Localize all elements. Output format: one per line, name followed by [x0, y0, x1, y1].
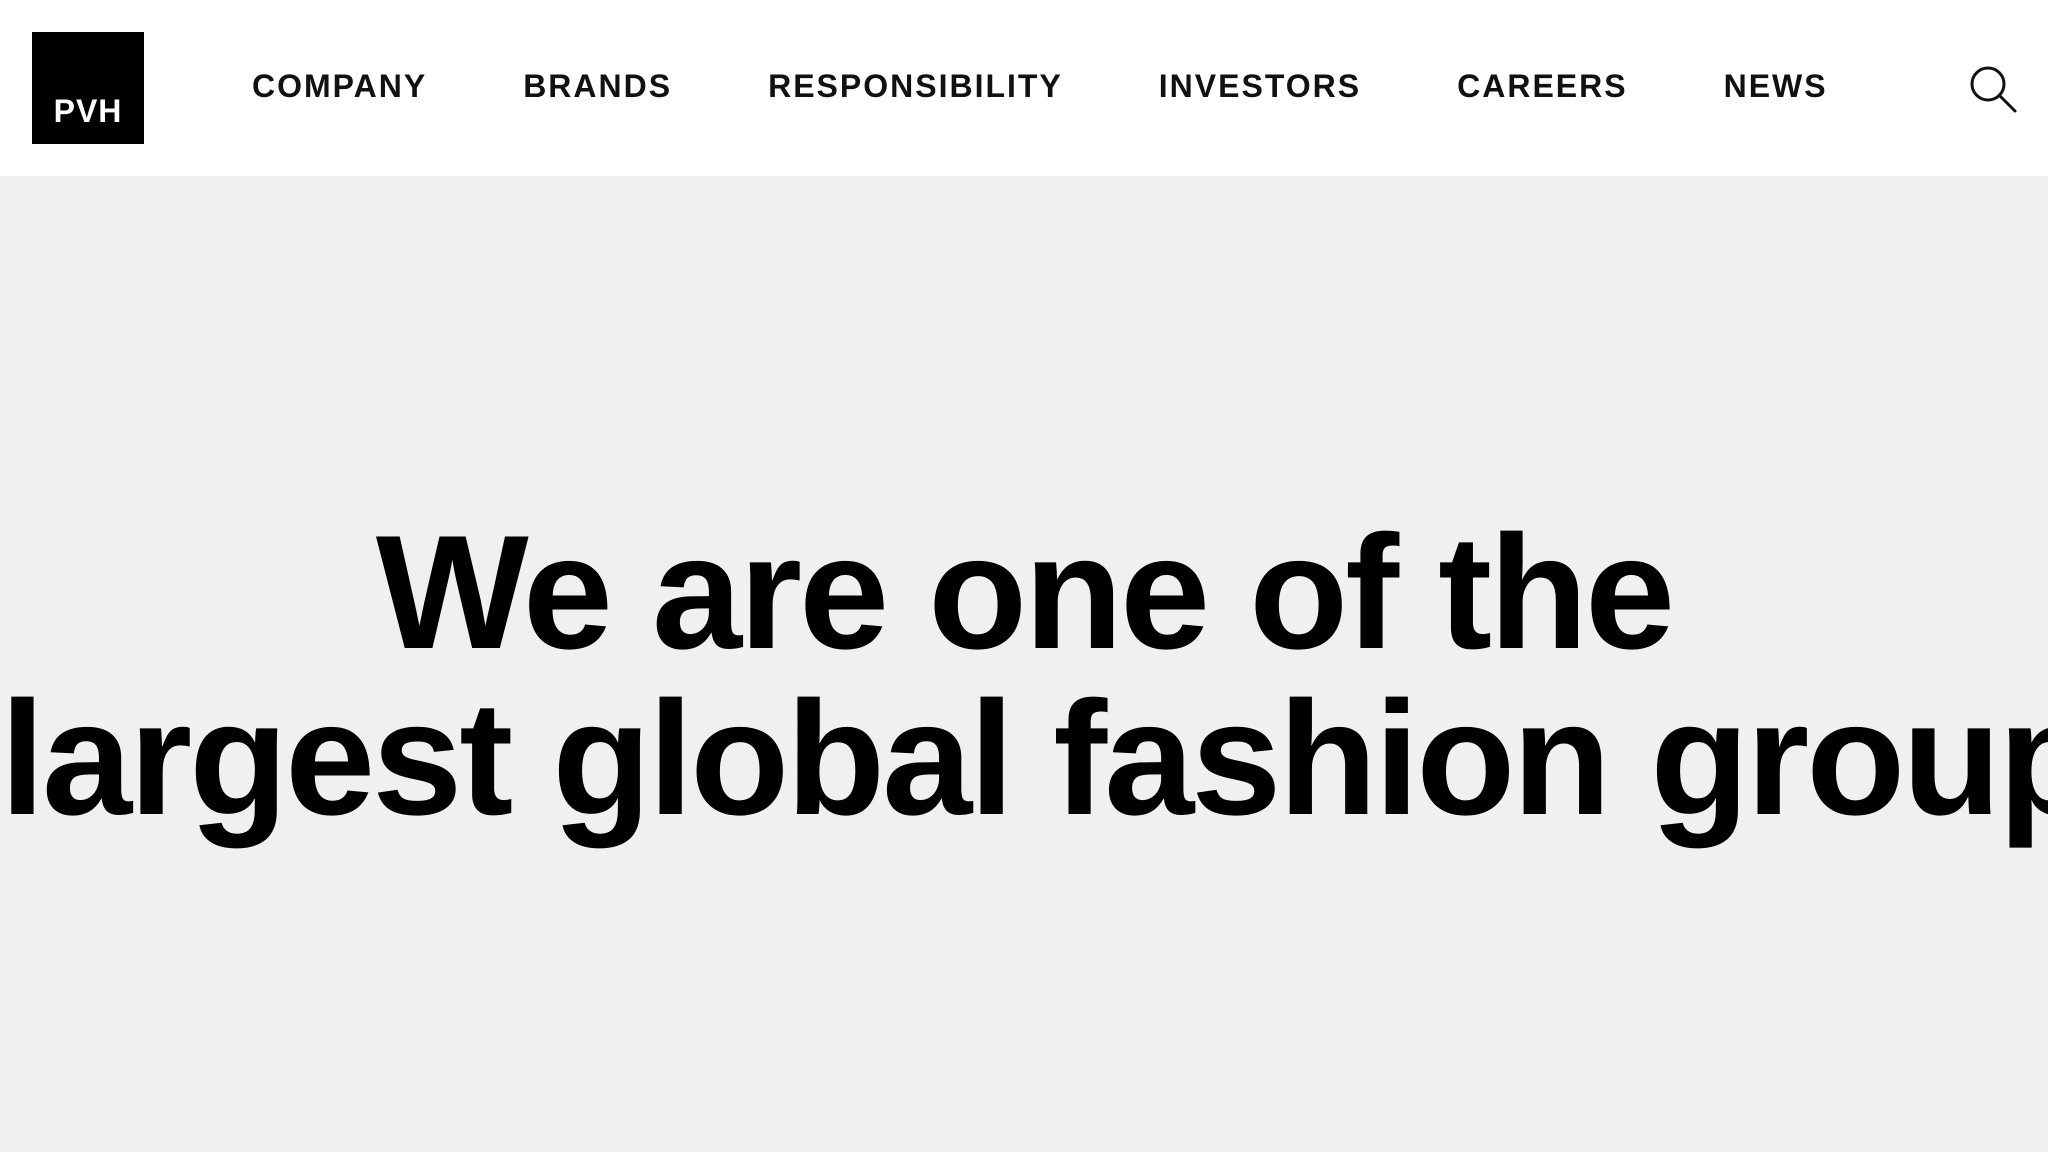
- main-nav: COMPANY BRANDS RESPONSIBILITY INVESTORS …: [252, 60, 1828, 112]
- nav-item-company[interactable]: COMPANY: [252, 68, 427, 105]
- nav-item-responsibility[interactable]: RESPONSIBILITY: [768, 68, 1063, 105]
- hero-heading: We are one of the largest global fashion…: [0, 510, 2048, 842]
- nav-item-careers[interactable]: CAREERS: [1457, 68, 1627, 105]
- nav-item-brands[interactable]: BRANDS: [523, 68, 672, 105]
- logo-text: PVH: [53, 93, 123, 129]
- hero-line-1: We are one of the: [375, 502, 1675, 683]
- nav-item-news[interactable]: NEWS: [1724, 68, 1828, 105]
- site-header: PVH COMPANY BRANDS RESPONSIBILITY INVEST…: [0, 0, 2048, 176]
- page: PVH COMPANY BRANDS RESPONSIBILITY INVEST…: [0, 0, 2048, 1152]
- search-icon: [1970, 66, 2017, 113]
- pvh-logo[interactable]: PVH: [32, 32, 144, 144]
- hero-banner: We are one of the largest global fashion…: [0, 176, 2048, 1152]
- hero-line-2: largest global fashion groups: [0, 668, 2048, 849]
- nav-item-investors[interactable]: INVESTORS: [1159, 68, 1361, 105]
- search-button[interactable]: [1966, 62, 2020, 116]
